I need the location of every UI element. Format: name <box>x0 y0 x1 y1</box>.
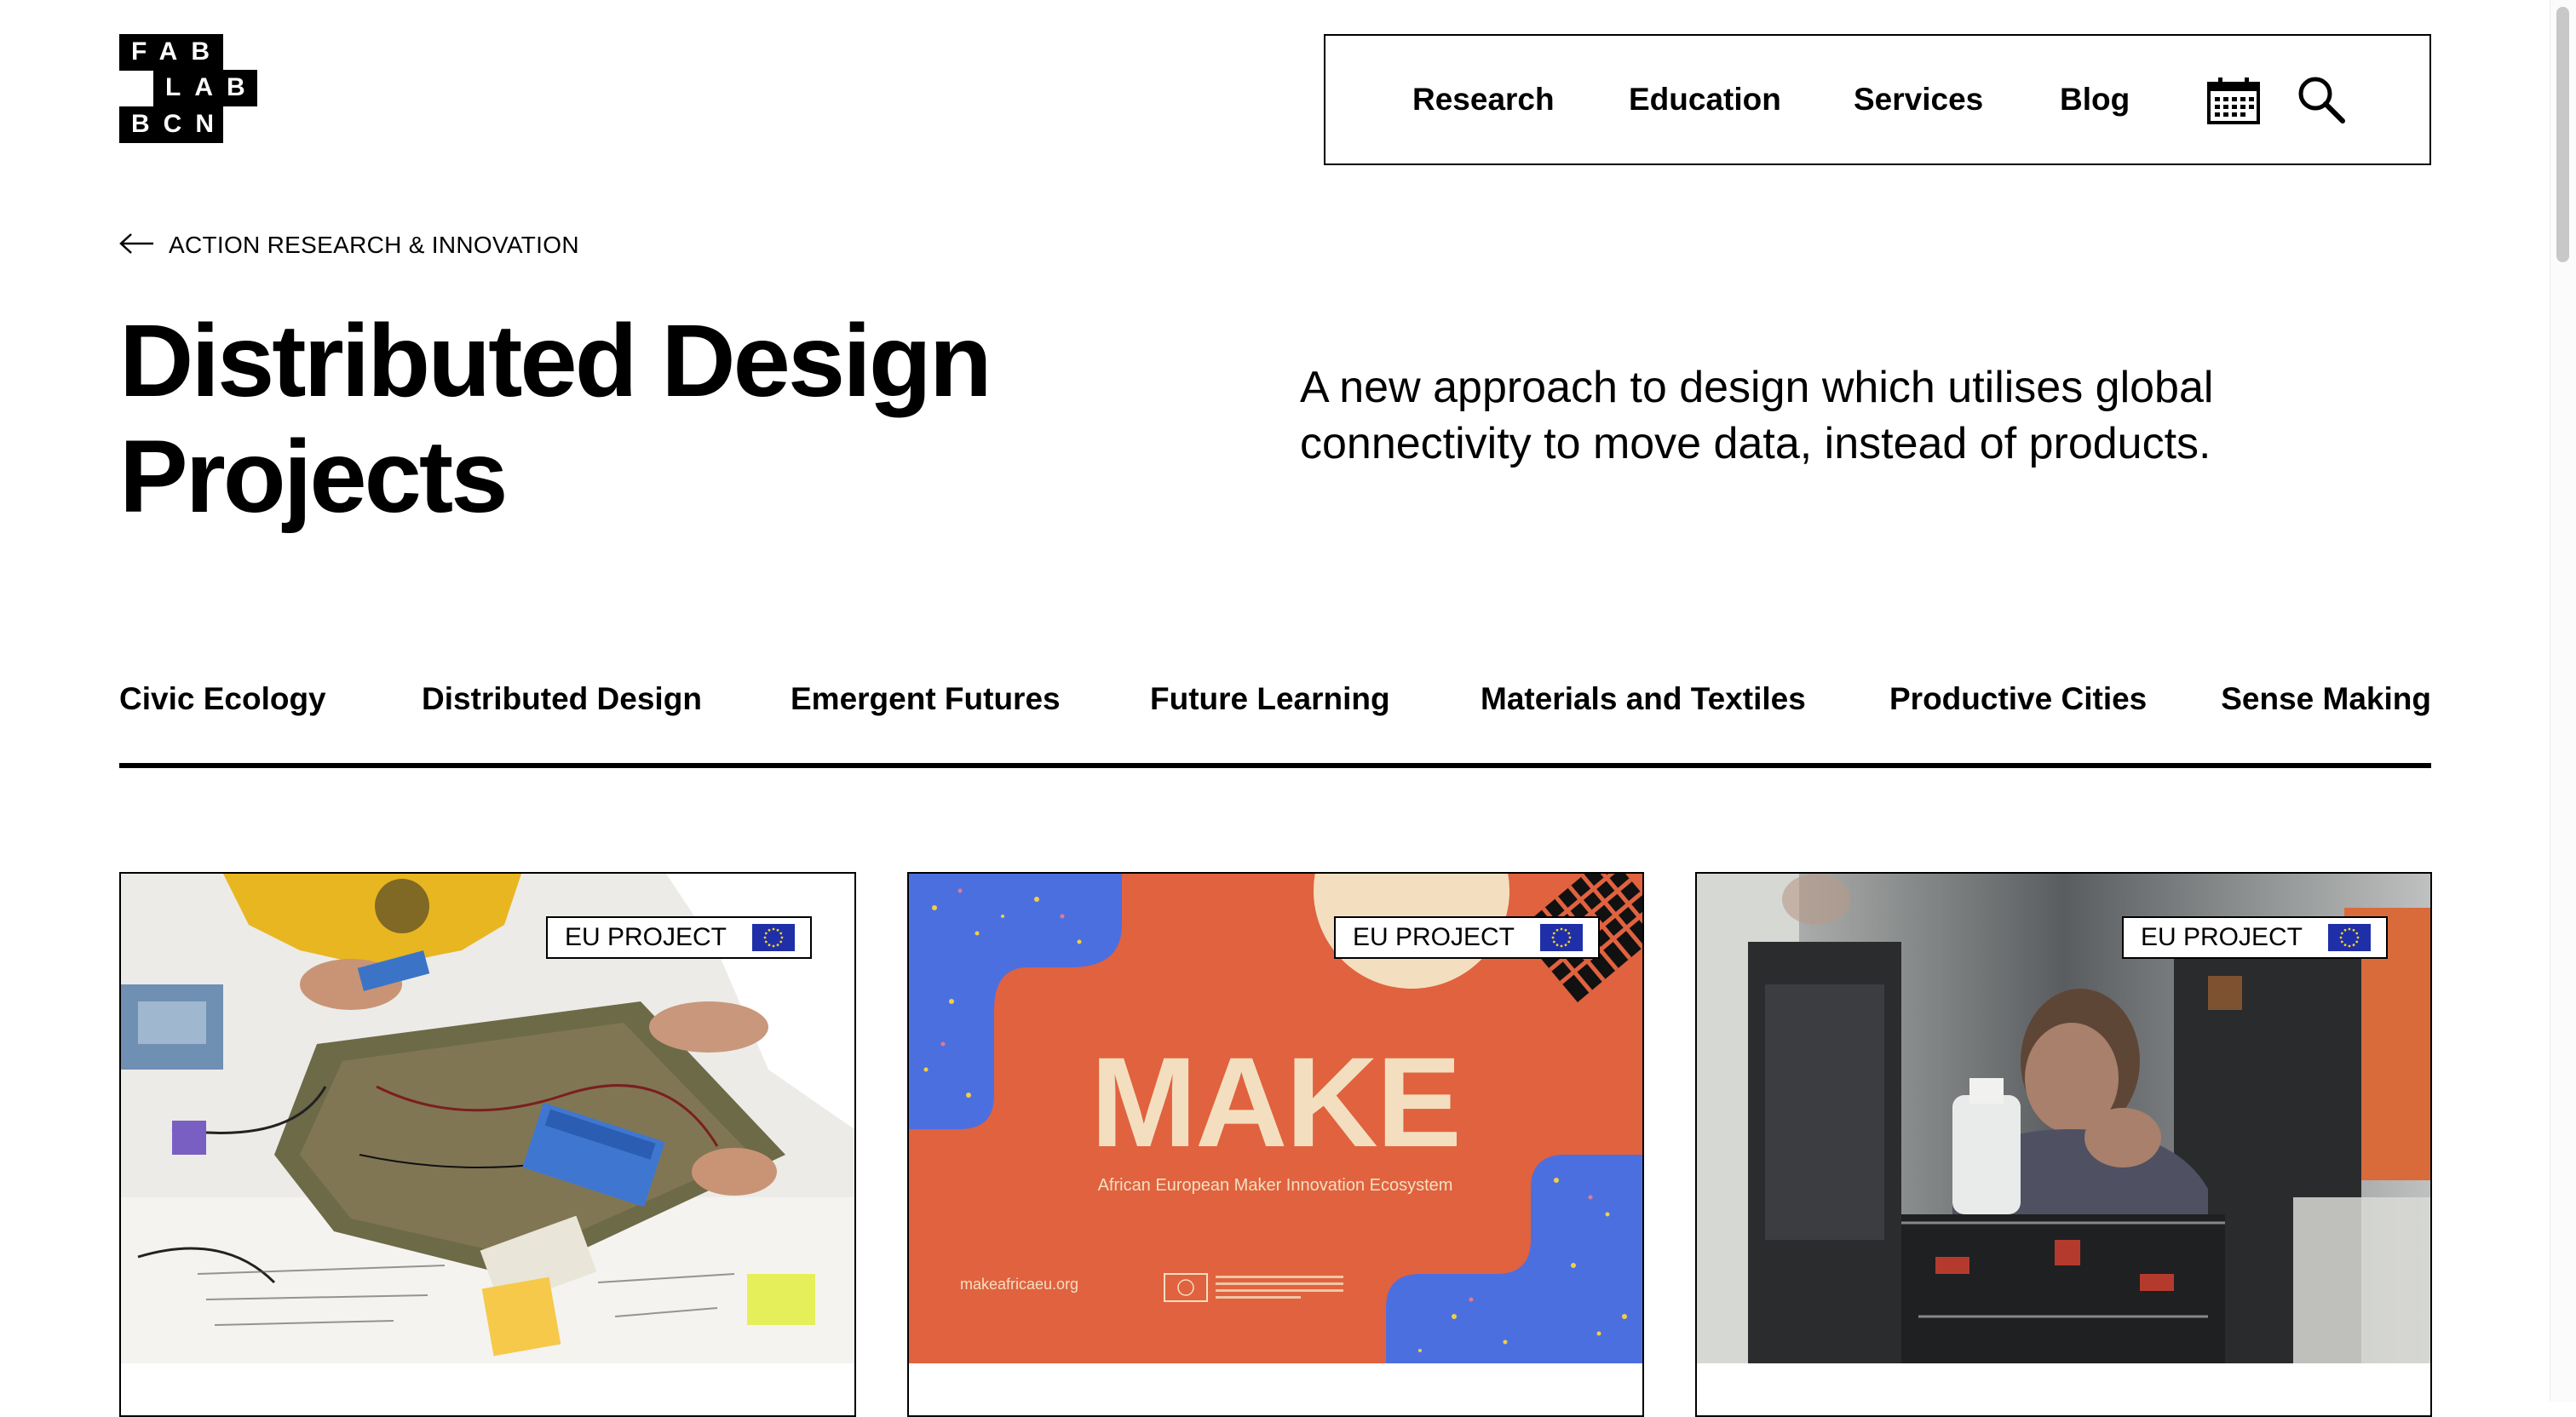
page-title-line-1: Distributed Design <box>119 302 992 418</box>
tab-sense-making[interactable]: Sense Making <box>2221 678 2431 720</box>
eu-flag-icon <box>1540 924 1583 951</box>
nav-research-link[interactable]: Research <box>1412 78 1555 121</box>
eu-project-badge: EU PROJECT <box>545 916 812 959</box>
page-title-line-2: Projects <box>119 418 509 534</box>
tab-future-learning[interactable]: Future Learning <box>1150 678 1390 720</box>
logo-line-2: LAB <box>153 70 257 106</box>
tab-materials-and-textiles[interactable]: Materials and Textiles <box>1481 678 1806 720</box>
page-scrollbar[interactable] <box>2550 0 2576 1402</box>
breadcrumb[interactable]: ACTION RESEARCH & INNOVATION <box>119 228 579 262</box>
arrow-left-icon <box>119 232 155 259</box>
eu-project-label: EU PROJECT <box>564 923 727 951</box>
tab-civic-ecology[interactable]: Civic Ecology <box>119 678 326 720</box>
eu-flag-icon <box>752 924 795 951</box>
tab-productive-cities[interactable]: Productive Cities <box>1889 678 2147 720</box>
category-tabs: Civic Ecology Distributed Design Emergen… <box>119 669 2431 768</box>
breadcrumb-label: ACTION RESEARCH & INNOVATION <box>169 232 579 258</box>
eu-project-badge: EU PROJECT <box>2121 916 2388 959</box>
project-card[interactable]: MAKE African European Maker Innovation E… <box>907 872 1644 1417</box>
tab-emergent-futures[interactable]: Emergent Futures <box>791 678 1061 720</box>
eu-project-label: EU PROJECT <box>2140 923 2303 951</box>
main-navigation: Research Education Services Blog <box>1324 34 2431 165</box>
calendar-icon[interactable] <box>2206 77 2261 129</box>
fablab-bcn-logo[interactable]: FAB LAB BCN <box>119 34 257 143</box>
project-card[interactable]: EU PROJECT <box>119 872 856 1417</box>
logo-line-1: FAB <box>119 34 223 71</box>
tab-distributed-design[interactable]: Distributed Design <box>422 678 702 720</box>
eu-flag-icon <box>2328 924 2371 951</box>
search-icon[interactable] <box>2297 75 2346 129</box>
page-title: Distributed Design Projects <box>119 302 1184 534</box>
page-intro: A new approach to design which utilises … <box>1300 363 2214 468</box>
logo-line-3: BCN <box>119 106 223 143</box>
poster-url: makeafricaeu.org <box>960 1276 1078 1293</box>
nav-blog-link[interactable]: Blog <box>2060 78 2130 121</box>
poster-subtitle: African European Maker Innovation Ecosys… <box>1098 1176 1453 1195</box>
nav-services-link[interactable]: Services <box>1854 78 1983 121</box>
eu-project-label: EU PROJECT <box>1352 923 1515 951</box>
scrollbar-thumb[interactable] <box>2556 7 2569 262</box>
poster-title: MAKE <box>1090 1030 1460 1173</box>
project-card[interactable]: EU PROJECT <box>1695 872 2432 1417</box>
eu-project-badge: EU PROJECT <box>1333 916 1600 959</box>
nav-education-link[interactable]: Education <box>1629 78 1781 121</box>
